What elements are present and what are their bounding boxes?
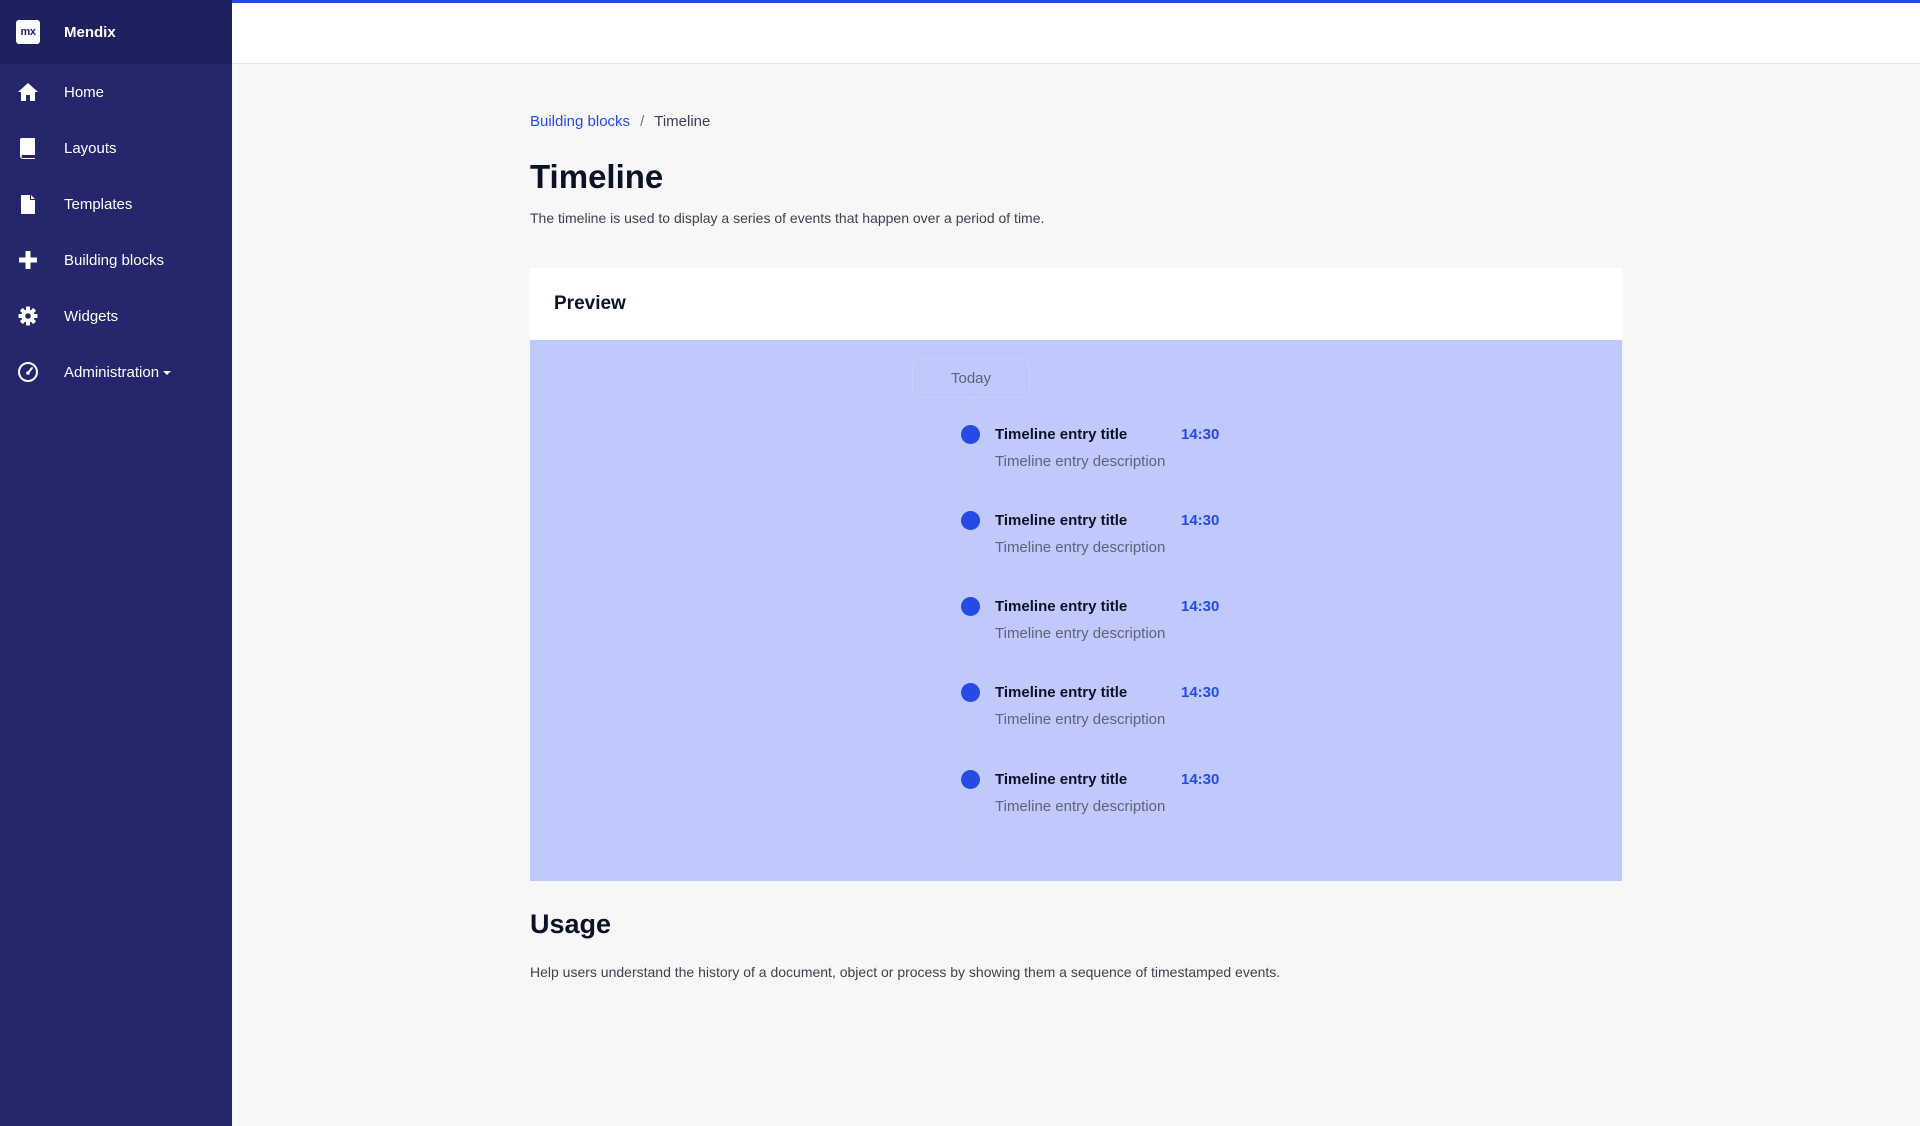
breadcrumb-current: Timeline xyxy=(654,113,711,130)
sidebar-item-label-text: Administration xyxy=(64,363,160,381)
sidebar-item-label: Administration xyxy=(64,363,172,381)
timeline-entry: Timeline entry title 14:30 Timeline entr… xyxy=(530,683,1622,743)
timeline-entry: Timeline entry title 14:30 Timeline entr… xyxy=(530,770,1622,830)
sidebar: mx Mendix Home Layouts Templates Buildin… xyxy=(0,0,232,1126)
sidebar-item-templates[interactable]: Templates xyxy=(0,176,232,232)
timeline-dot-icon xyxy=(961,511,980,530)
sidebar-item-label: Layouts xyxy=(64,139,117,157)
sidebar-item-label: Templates xyxy=(64,195,133,213)
timeline-entry: Timeline entry title 14:30 Timeline entr… xyxy=(530,425,1622,485)
timeline-dot-icon xyxy=(961,425,980,444)
usage-description: Help users understand the history of a d… xyxy=(530,964,1281,980)
main-content: Building blocks / Timeline Timeline The … xyxy=(530,64,1622,980)
mendix-logo-icon: mx xyxy=(16,20,40,44)
preview-area: Today Timeline entry title 14:30 Timelin… xyxy=(530,340,1622,881)
timeline-entry-title: Timeline entry title xyxy=(995,512,1128,529)
preview-header: Preview xyxy=(530,268,1622,340)
timeline-entry-time: 14:30 xyxy=(1181,512,1220,529)
page-description: The timeline is used to display a series… xyxy=(530,210,1045,226)
brand-name: Mendix xyxy=(64,23,116,41)
timeline-entry-description: Timeline entry description xyxy=(995,625,1166,642)
timeline-entry-title: Timeline entry title xyxy=(995,684,1128,701)
book-icon xyxy=(16,136,40,160)
timeline-entry: Timeline entry title 14:30 Timeline entr… xyxy=(530,597,1622,657)
sidebar-item-administration[interactable]: Administration xyxy=(0,344,232,400)
preview-card: Preview Today Timeline entry title 14:30… xyxy=(530,268,1622,881)
timeline-entry-time: 14:30 xyxy=(1181,426,1220,443)
sidebar-item-label: Building blocks xyxy=(64,251,165,269)
brand[interactable]: mx Mendix xyxy=(0,0,232,64)
timeline-entry-description: Timeline entry description xyxy=(995,711,1166,728)
breadcrumb-separator: / xyxy=(640,113,645,130)
timeline-entry-description: Timeline entry description xyxy=(995,798,1166,815)
timeline-entry-description: Timeline entry description xyxy=(995,539,1166,556)
timeline-entry-title: Timeline entry title xyxy=(995,426,1128,443)
dashboard-icon xyxy=(16,360,40,384)
page-title: Timeline xyxy=(530,158,664,195)
timeline-dot-icon xyxy=(961,683,980,702)
caret-down-icon xyxy=(163,370,172,375)
timeline-entry: Timeline entry title 14:30 Timeline entr… xyxy=(530,511,1622,571)
sidebar-item-label: Widgets xyxy=(64,307,119,325)
sidebar-item-label: Home xyxy=(64,83,105,101)
timeline-entry-title: Timeline entry title xyxy=(995,598,1128,615)
sidebar-item-widgets[interactable]: Widgets xyxy=(0,288,232,344)
timeline-day-label: Today xyxy=(912,358,1030,398)
timeline-entry-time: 14:30 xyxy=(1181,598,1220,615)
timeline-entry-time: 14:30 xyxy=(1181,684,1220,701)
sidebar-item-home[interactable]: Home xyxy=(0,64,232,120)
timeline-entry-description: Timeline entry description xyxy=(995,453,1166,470)
plus-icon xyxy=(16,248,40,272)
usage-title: Usage xyxy=(530,909,612,939)
sidebar-item-layouts[interactable]: Layouts xyxy=(0,120,232,176)
timeline-dot-icon xyxy=(961,597,980,616)
top-bar xyxy=(232,0,1920,64)
gear-icon xyxy=(16,304,40,328)
breadcrumb: Building blocks / Timeline xyxy=(530,113,1622,130)
file-icon xyxy=(16,192,40,216)
timeline-entry-title: Timeline entry title xyxy=(995,771,1128,788)
breadcrumb-link-building-blocks[interactable]: Building blocks xyxy=(530,113,630,130)
timeline-dot-icon xyxy=(961,770,980,789)
home-icon xyxy=(16,80,40,104)
sidebar-item-building-blocks[interactable]: Building blocks xyxy=(0,232,232,288)
timeline-entry-time: 14:30 xyxy=(1181,771,1220,788)
